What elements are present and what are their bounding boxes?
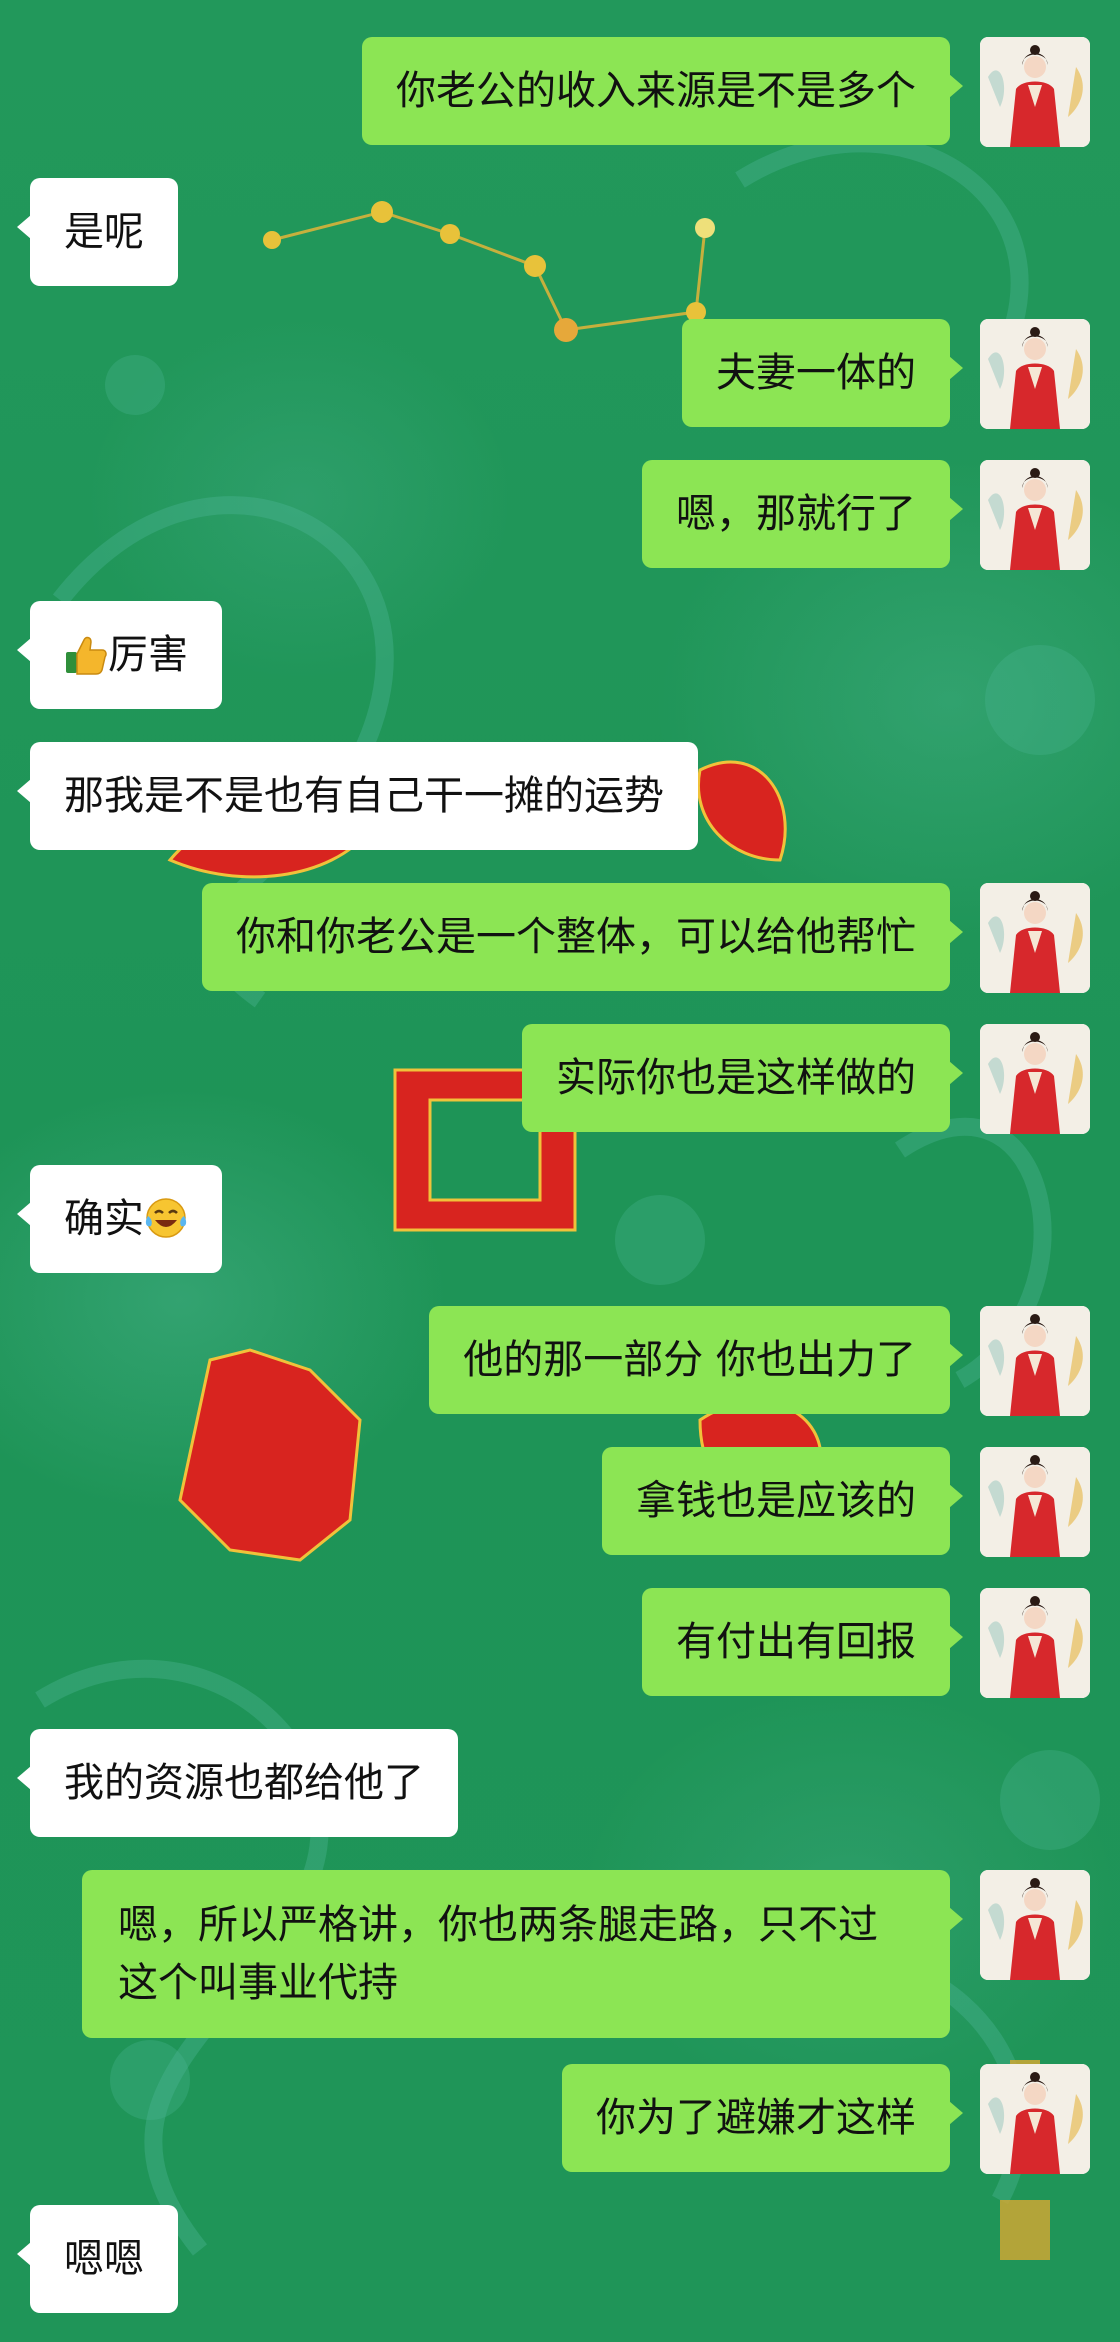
avatar[interactable] — [980, 1870, 1090, 1980]
outgoing-message[interactable]: 你老公的收入来源是不是多个 — [362, 37, 963, 145]
outgoing-message[interactable]: 有付出有回报 — [642, 1588, 963, 1696]
avatar[interactable] — [980, 1588, 1090, 1698]
outgoing-message[interactable]: 夫妻一体的 — [682, 319, 963, 427]
thumbs-up-icon — [66, 636, 107, 675]
outgoing-message[interactable]: 你和你老公是一个整体，可以给他帮忙 — [202, 883, 963, 991]
avatar[interactable] — [980, 2064, 1090, 2174]
incoming-message[interactable]: 厉害 — [17, 601, 222, 709]
avatar[interactable] — [980, 37, 1090, 147]
outgoing-message[interactable]: 拿钱也是应该的 — [602, 1447, 963, 1555]
outgoing-message[interactable]: 嗯，那就行了 — [642, 460, 963, 568]
avatar[interactable] — [980, 460, 1090, 570]
outgoing-message[interactable]: 你为了避嫌才这样 — [562, 2064, 963, 2172]
outgoing-message[interactable]: 嗯，所以严格讲，你也两条腿走路，只不过这个叫事业代持 — [82, 1870, 963, 2038]
avatar[interactable] — [980, 1024, 1090, 1134]
incoming-message[interactable]: 那我是不是也有自己干一摊的运势 — [17, 742, 698, 850]
avatar[interactable] — [980, 319, 1090, 429]
incoming-message[interactable]: 确实 — [17, 1165, 222, 1273]
constellation-decoration — [263, 201, 715, 342]
laughing-tears-icon — [145, 1198, 187, 1238]
incoming-message[interactable]: 嗯嗯 — [17, 2205, 178, 2313]
message-text: 确实 — [64, 1196, 144, 1242]
avatar[interactable] — [980, 1447, 1090, 1557]
outgoing-message[interactable]: 他的那一部分 你也出力了 — [429, 1306, 963, 1414]
avatar[interactable] — [980, 1306, 1090, 1416]
incoming-message[interactable]: 是呢 — [17, 178, 178, 286]
outgoing-message[interactable]: 实际你也是这样做的 — [522, 1024, 963, 1132]
message-text: 厉害 — [108, 632, 188, 678]
incoming-message[interactable]: 我的资源也都给他了 — [17, 1729, 458, 1837]
avatar[interactable] — [980, 883, 1090, 993]
